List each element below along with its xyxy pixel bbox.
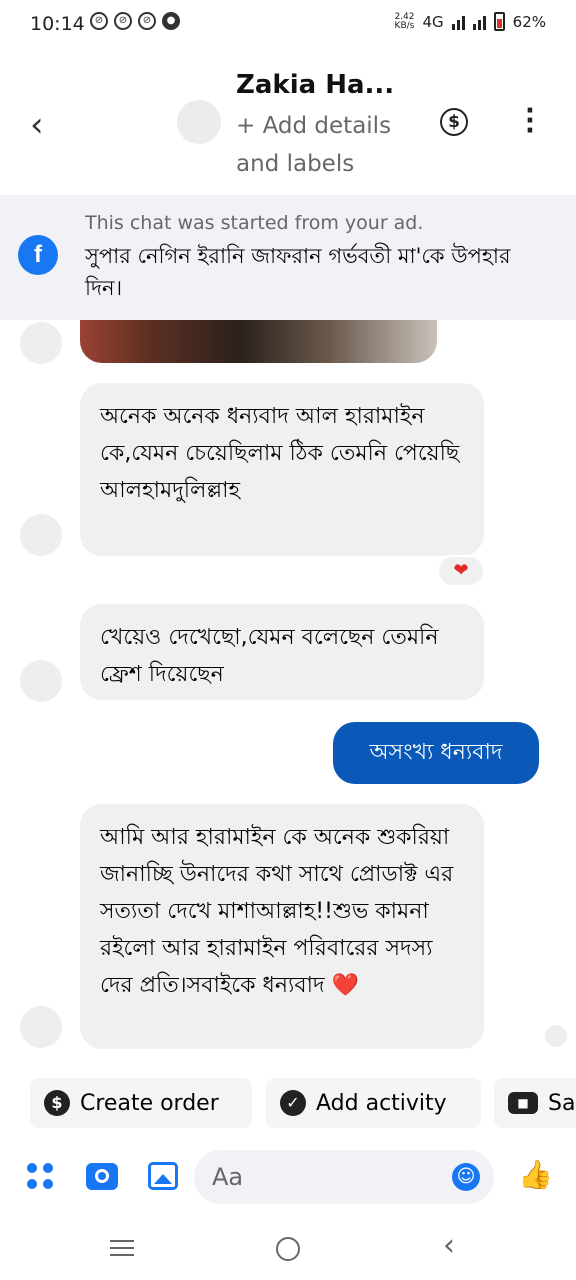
battery-percent: 62% xyxy=(512,12,546,31)
message-input-placeholder: Aa xyxy=(212,1163,244,1191)
gallery-icon[interactable] xyxy=(148,1162,178,1190)
message-bubble[interactable]: অনেক অনেক ধন্যবাদ আল হারামাইন কে,যেমন চে… xyxy=(80,383,484,556)
battery-icon xyxy=(493,12,505,31)
more-options-icon[interactable]: · · · xyxy=(520,98,540,144)
contact-name[interactable]: Zakia Ha... xyxy=(236,70,394,100)
notification-icons: ⊘ ⊘ ⊘ ● xyxy=(90,12,180,30)
outgoing-message-bubble[interactable]: অসংখ্য ধন্যবাদ xyxy=(333,722,539,784)
like-icon[interactable]: 👍 xyxy=(518,1158,553,1192)
chat-bubbles-icon: ■ xyxy=(508,1092,538,1114)
notification-icon: ● xyxy=(162,12,180,30)
seen-indicator-avatar xyxy=(545,1025,567,1047)
menu-dots-icon[interactable] xyxy=(27,1163,55,1191)
saved-replies-label: Sa xyxy=(548,1090,576,1116)
notification-icon: ⊘ xyxy=(90,12,108,30)
photo-message[interactable] xyxy=(80,320,437,363)
message-bubble[interactable]: খেয়েও দেখেছো,যেমন বলেছেন তেমনি ফ্রেশ দি… xyxy=(80,604,484,700)
message-bubble[interactable]: আমি আর হারামাইন কে অনেক শুকরিয়া জানাচ্ছ… xyxy=(80,804,484,1049)
status-indicators: 2.42 KB/s 4G 62% xyxy=(394,12,546,31)
facebook-icon: f xyxy=(18,235,58,275)
status-time: 10:14 xyxy=(30,13,85,35)
home-icon[interactable] xyxy=(276,1237,300,1261)
heart-reaction-icon[interactable]: ❤ xyxy=(437,555,485,587)
signal-icon xyxy=(472,14,486,30)
camera-icon[interactable] xyxy=(86,1163,118,1190)
add-activity-label: Add activity xyxy=(316,1090,447,1116)
notification-icon: ⊘ xyxy=(114,12,132,30)
create-order-label: Create order xyxy=(80,1090,219,1116)
add-activity-button[interactable]: ✓ Add activity xyxy=(266,1078,481,1128)
ad-banner: f This chat was started from your ad. সু… xyxy=(0,195,576,320)
chat-header: ‹ Zakia Ha... + Add details and labels $… xyxy=(0,50,576,195)
saved-replies-button[interactable]: ■ Sa xyxy=(494,1078,576,1128)
avatar xyxy=(20,322,62,364)
dollar-icon: $ xyxy=(44,1090,70,1116)
check-circle-icon: ✓ xyxy=(280,1090,306,1116)
ad-started-text: This chat was started from your ad. xyxy=(85,212,424,234)
create-order-button[interactable]: $ Create order xyxy=(30,1078,252,1128)
avatar xyxy=(20,1006,62,1048)
ad-text[interactable]: সুপার নেগিন ইরানি জাফরান গর্ভবতী মা'কে উ… xyxy=(85,240,545,304)
message-input[interactable]: Aa ☺ xyxy=(194,1150,494,1204)
back-button[interactable]: ‹ xyxy=(30,108,44,142)
add-details-link[interactable]: + Add details and labels xyxy=(236,107,411,183)
avatar xyxy=(20,514,62,556)
net-speed: 2.42 KB/s xyxy=(394,12,415,31)
net-speed-unit: KB/s xyxy=(394,20,415,31)
emoji-icon[interactable]: ☺ xyxy=(452,1163,480,1191)
back-icon[interactable]: ‹ xyxy=(443,1228,455,1263)
system-nav-bar: ‹ xyxy=(0,1220,576,1280)
avatar[interactable] xyxy=(177,100,221,144)
recents-icon[interactable] xyxy=(110,1240,134,1258)
message-composer: Aa ☺ 👍 xyxy=(0,1145,576,1210)
payment-icon[interactable]: $ xyxy=(440,108,468,136)
signal-icon xyxy=(451,14,465,30)
status-bar: 10:14 ⊘ ⊘ ⊘ ● 2.42 KB/s 4G 62% xyxy=(0,0,576,50)
avatar xyxy=(20,660,62,702)
notification-icon: ⊘ xyxy=(138,12,156,30)
network-type: 4G xyxy=(422,12,444,31)
